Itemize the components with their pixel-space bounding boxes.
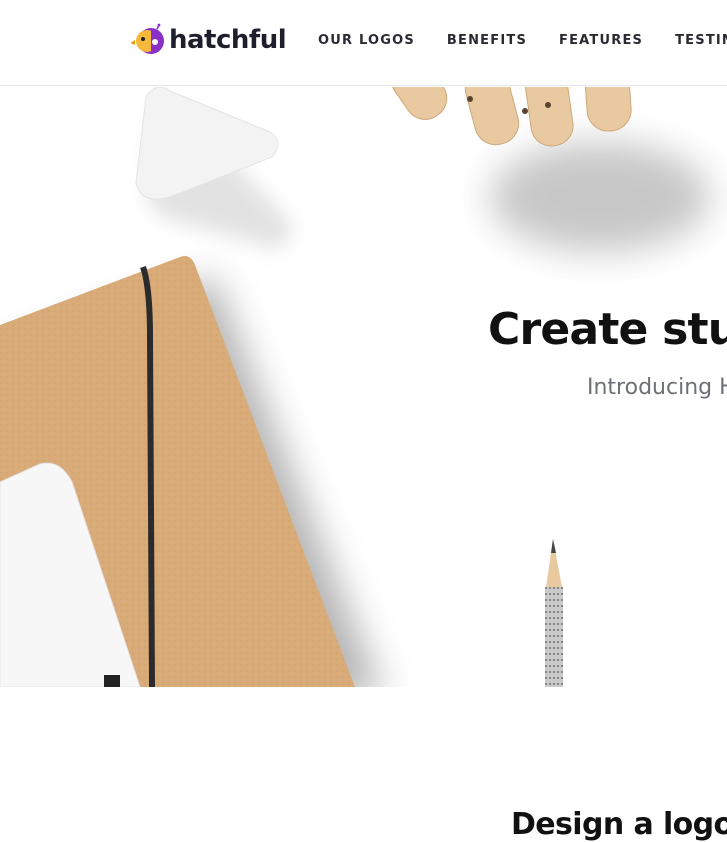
brand-name: hatchful xyxy=(169,25,287,55)
hero-section: Create stun Introducing H xyxy=(0,87,727,687)
nav-our-logos[interactable]: OUR LOGOS xyxy=(318,33,415,48)
nav-benefits[interactable]: BENEFITS xyxy=(447,33,527,48)
hero-title: Create stun xyxy=(488,304,727,356)
site-header: hatchful OUR LOGOS BENEFITS FEATURES TES… xyxy=(0,0,727,86)
nav-features[interactable]: FEATURES xyxy=(559,33,643,48)
brand-logo[interactable]: hatchful xyxy=(131,22,287,58)
nav-testimonials[interactable]: TESTIMON xyxy=(675,33,727,48)
section-title: Design a logo xyxy=(511,806,727,842)
hero-subtitle: Introducing H xyxy=(587,375,727,400)
main-nav: OUR LOGOS BENEFITS FEATURES TESTIMON xyxy=(318,33,727,48)
hatchful-chick-icon xyxy=(131,23,164,54)
